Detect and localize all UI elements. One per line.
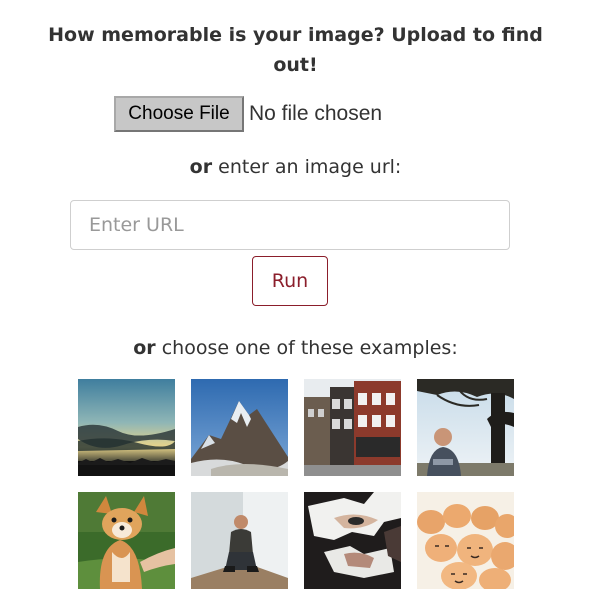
page-title: How memorable is your image? Upload to f…	[48, 24, 543, 76]
street-image	[304, 379, 401, 476]
or-label: or	[133, 337, 156, 359]
example-image-mountain[interactable]	[191, 379, 288, 476]
sunset-image	[78, 379, 175, 476]
example-image-street[interactable]	[304, 379, 401, 476]
mountain-image	[191, 379, 288, 476]
url-prompt: or enter an image url:	[0, 156, 591, 178]
man-tree-image	[417, 379, 514, 476]
example-image-man-sitting[interactable]	[191, 492, 288, 589]
example-image-eggs[interactable]	[417, 492, 514, 589]
file-status: No file chosen	[249, 102, 383, 125]
url-input[interactable]	[70, 200, 510, 250]
example-image-sunset[interactable]	[78, 379, 175, 476]
examples-prompt-text: choose one of these examples:	[155, 337, 458, 359]
puppy-image	[78, 492, 175, 589]
example-image-man-tree[interactable]	[417, 379, 514, 476]
url-prompt-text: enter an image url:	[212, 156, 402, 178]
examples-prompt: or choose one of these examples:	[0, 337, 591, 359]
example-image-torn-face[interactable]	[304, 492, 401, 589]
eggs-image	[417, 492, 514, 589]
or-label: or	[189, 156, 213, 178]
man-sitting-image	[191, 492, 288, 589]
example-image-puppy[interactable]	[78, 492, 175, 589]
choose-file-button[interactable]: Choose File	[114, 96, 244, 132]
file-upload: Choose File No file chosen	[114, 96, 382, 132]
run-button[interactable]: Run	[252, 256, 328, 306]
torn-face-image	[304, 492, 401, 589]
